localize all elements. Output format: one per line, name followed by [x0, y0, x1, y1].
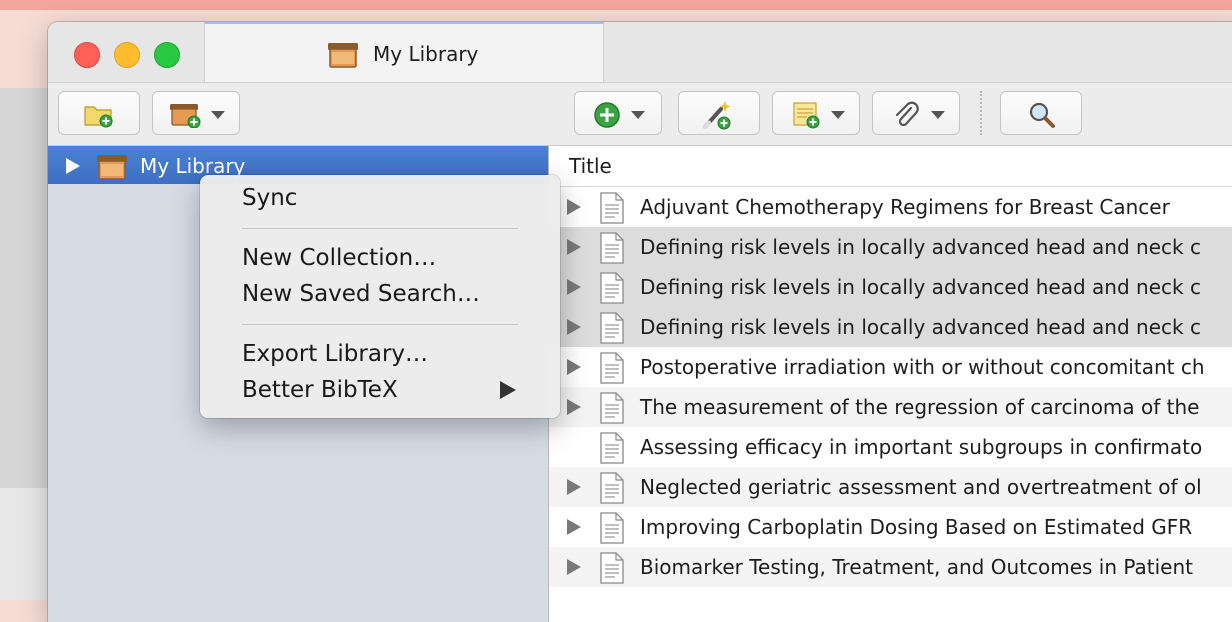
disclosure-triangle-icon[interactable]: [567, 239, 581, 255]
library-box-icon: [328, 43, 358, 68]
menu-item-better-bibtex[interactable]: Better BibTeX: [242, 377, 398, 403]
context-menu: Sync New Collection… New Saved Search… E…: [200, 175, 560, 418]
document-icon: [600, 272, 624, 304]
document-icon: [600, 192, 624, 224]
table-row[interactable]: Defining risk levels in locally advanced…: [549, 267, 1232, 307]
toolbar: [48, 83, 1232, 146]
item-title: Defining risk levels in locally advanced…: [640, 315, 1201, 339]
disclosure-triangle-icon[interactable]: [567, 359, 581, 375]
toolbar-separator: [980, 91, 982, 135]
item-title: Assessing efficacy in important subgroup…: [640, 435, 1203, 459]
new-collection-button[interactable]: [58, 91, 140, 135]
items-pane: Title Adjuvant Chemotherapy Regimens for…: [549, 146, 1232, 622]
paperclip-icon: [895, 101, 919, 127]
note-add-icon: [793, 102, 820, 129]
tab-title: My Library: [373, 42, 479, 66]
new-item-button[interactable]: [574, 91, 662, 135]
disclosure-triangle-icon[interactable]: [567, 479, 581, 495]
table-row[interactable]: Improving Carboplatin Dosing Based on Es…: [549, 507, 1232, 547]
menu-item-new-collection[interactable]: New Collection…: [242, 245, 436, 271]
document-icon: [600, 232, 624, 264]
menu-separator: [242, 228, 518, 229]
library-add-icon: [170, 104, 201, 128]
disclosure-triangle-icon[interactable]: [567, 519, 581, 535]
document-icon: [600, 352, 624, 384]
menu-item-export-library[interactable]: Export Library…: [242, 341, 428, 367]
item-title: Defining risk levels in locally advanced…: [640, 275, 1201, 299]
magnifier-icon: [1029, 102, 1055, 128]
disclosure-triangle-icon[interactable]: [567, 559, 581, 575]
column-header-label: Title: [569, 154, 612, 178]
new-library-button[interactable]: [152, 91, 240, 135]
chevron-down-icon: [831, 111, 845, 119]
table-row[interactable]: Defining risk levels in locally advanced…: [549, 227, 1232, 267]
item-title: Adjuvant Chemotherapy Regimens for Breas…: [640, 195, 1170, 219]
document-icon: [600, 392, 624, 424]
table-row[interactable]: Adjuvant Chemotherapy Regimens for Breas…: [549, 187, 1232, 227]
tab-my-library[interactable]: My Library: [204, 22, 604, 82]
plus-circle-icon: [594, 102, 620, 128]
disclosure-triangle-icon[interactable]: [567, 199, 581, 215]
item-title: Postoperative irradiation with or withou…: [640, 355, 1205, 379]
search-button[interactable]: [1000, 91, 1082, 135]
item-title: Improving Carboplatin Dosing Based on Es…: [640, 515, 1193, 539]
add-by-identifier-button[interactable]: [678, 91, 760, 135]
document-icon: [600, 472, 624, 504]
magic-wand-icon: [703, 101, 731, 130]
desktop-top-strip: [0, 0, 1232, 10]
disclosure-triangle-icon[interactable]: [567, 279, 581, 295]
chevron-down-icon: [631, 111, 645, 119]
table-row[interactable]: Defining risk levels in locally advanced…: [549, 307, 1232, 347]
table-row[interactable]: Postoperative irradiation with or withou…: [549, 347, 1232, 387]
disclosure-triangle-icon[interactable]: [567, 319, 581, 335]
new-note-button[interactable]: [772, 91, 860, 135]
folder-add-icon: [84, 106, 113, 128]
column-header-title[interactable]: Title: [549, 146, 1232, 187]
table-row[interactable]: Assessing efficacy in important subgroup…: [549, 427, 1232, 467]
document-icon: [600, 312, 624, 344]
document-icon: [600, 432, 624, 464]
library-box-icon: [97, 155, 127, 180]
document-icon: [600, 512, 624, 544]
zoom-window-button[interactable]: [154, 42, 180, 68]
add-attachment-button[interactable]: [872, 91, 960, 135]
menu-item-sync[interactable]: Sync: [242, 185, 297, 211]
table-row[interactable]: The measurement of the regression of car…: [549, 387, 1232, 427]
chevron-down-icon: [211, 111, 225, 119]
table-row[interactable]: Biomarker Testing, Treatment, and Outcom…: [549, 547, 1232, 587]
menu-item-new-saved-search[interactable]: New Saved Search…: [242, 281, 480, 307]
item-title: Biomarker Testing, Treatment, and Outcom…: [640, 555, 1194, 579]
background-window-edge: [0, 88, 48, 488]
disclosure-triangle-icon[interactable]: [567, 399, 581, 415]
document-icon: [600, 552, 624, 584]
item-title: Defining risk levels in locally advanced…: [640, 235, 1201, 259]
minimize-window-button[interactable]: [114, 42, 140, 68]
title-bar: My Library: [48, 22, 1232, 83]
close-window-button[interactable]: [74, 42, 100, 68]
disclosure-triangle-icon[interactable]: [66, 158, 80, 174]
item-title: The measurement of the regression of car…: [640, 395, 1200, 419]
background-window-edge-lower: [0, 488, 48, 600]
item-title: Neglected geriatric assessment and overt…: [640, 475, 1202, 499]
table-row[interactable]: Neglected geriatric assessment and overt…: [549, 467, 1232, 507]
chevron-down-icon: [931, 111, 945, 119]
menu-separator: [242, 324, 518, 325]
submenu-arrow-icon: [500, 381, 516, 399]
